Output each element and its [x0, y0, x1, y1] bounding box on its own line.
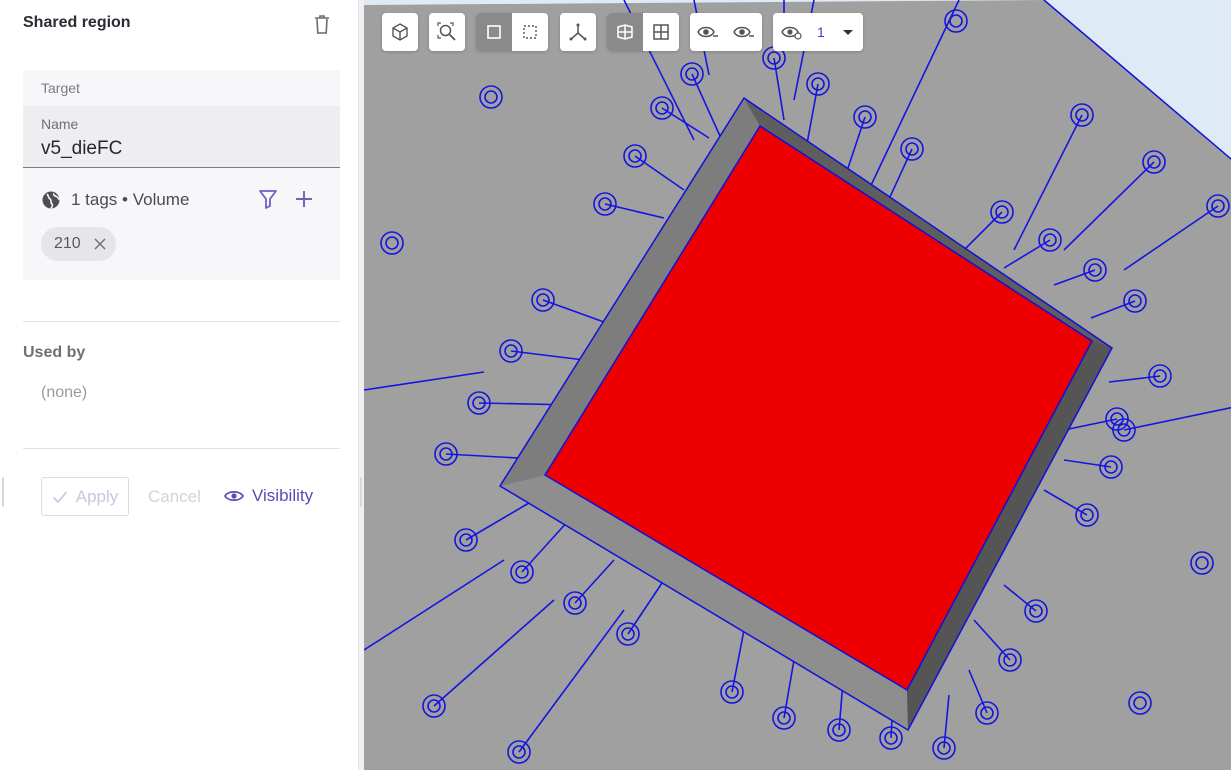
cancel-button[interactable]: Cancel — [148, 487, 201, 507]
globe-icon — [42, 191, 60, 209]
divider — [23, 448, 340, 449]
filter-button[interactable] — [257, 188, 281, 212]
filter-icon — [259, 190, 277, 209]
toolbar-group-zoom — [429, 13, 465, 51]
delete-button[interactable] — [310, 12, 334, 36]
grid-icon — [653, 24, 669, 40]
toolbar-group-axes — [560, 13, 596, 51]
target-label: Target — [41, 80, 80, 96]
visibility-button[interactable]: Visibility — [224, 486, 313, 506]
tags-row: 1 tags • Volume — [41, 188, 331, 212]
shaded-view-icon — [617, 24, 633, 40]
tag-chip-label: 210 — [54, 235, 81, 252]
close-icon[interactable] — [93, 237, 107, 251]
check-icon — [52, 490, 67, 503]
show-all-button[interactable] — [726, 13, 762, 51]
toolbar-group-view — [382, 13, 418, 51]
shared-region-panel: Shared region Target Name v5_dieFC 1 tag… — [0, 0, 358, 770]
tags-summary: 1 tags • Volume — [71, 190, 190, 209]
tag-chip[interactable]: 210 — [41, 227, 116, 261]
used-by-title: Used by — [23, 344, 86, 361]
divider — [23, 321, 340, 322]
panel-title: Shared region — [23, 14, 131, 31]
used-by-value: (none) — [41, 384, 88, 401]
select-solid-button[interactable] — [476, 13, 512, 51]
dashed-square-icon — [523, 25, 537, 39]
view-cube-button[interactable] — [382, 13, 418, 51]
axes-icon — [569, 23, 587, 41]
toolbar-group-selection-count: 1 — [773, 13, 863, 51]
resize-grip — [360, 477, 362, 507]
square-icon — [487, 25, 501, 39]
plus-icon — [296, 191, 312, 207]
target-card: Target Name v5_dieFC 1 tags • Volume 210 — [23, 70, 340, 280]
name-field-value[interactable]: v5_dieFC — [41, 138, 122, 160]
apply-button[interactable]: Apply — [41, 477, 129, 516]
apply-button-label: Apply — [75, 486, 119, 506]
display-wireframe-button[interactable] — [643, 13, 679, 51]
3d-viewport[interactable]: 1 — [364, 0, 1231, 770]
caret-down-icon — [842, 30, 853, 35]
scene-canvas[interactable] — [364, 0, 1231, 770]
resize-grip — [2, 477, 4, 507]
selection-count-dropdown[interactable]: 1 — [773, 13, 863, 51]
toolbar-group-select-mode — [476, 13, 548, 51]
select-box-button[interactable] — [512, 13, 548, 51]
visibility-button-label: Visibility — [252, 486, 314, 505]
eye-hide-icon — [697, 26, 718, 38]
selection-count-value: 1 — [817, 24, 825, 40]
trash-icon — [315, 15, 329, 34]
toolbar-group-display — [607, 13, 679, 51]
toolbar-group-visibility — [690, 13, 762, 51]
name-field[interactable]: Name v5_dieFC — [23, 106, 340, 168]
zoom-fit-icon — [437, 22, 456, 41]
hide-selected-button[interactable] — [690, 13, 726, 51]
zoom-fit-button[interactable] — [429, 13, 465, 51]
name-field-label: Name — [41, 116, 79, 132]
add-tag-button[interactable] — [293, 188, 317, 212]
eye-icon — [733, 26, 754, 38]
eye-sync-icon — [781, 26, 802, 40]
display-shaded-button[interactable] — [607, 13, 643, 51]
eye-icon — [224, 491, 244, 501]
axes-button[interactable] — [560, 13, 596, 51]
cube-icon — [392, 23, 408, 41]
